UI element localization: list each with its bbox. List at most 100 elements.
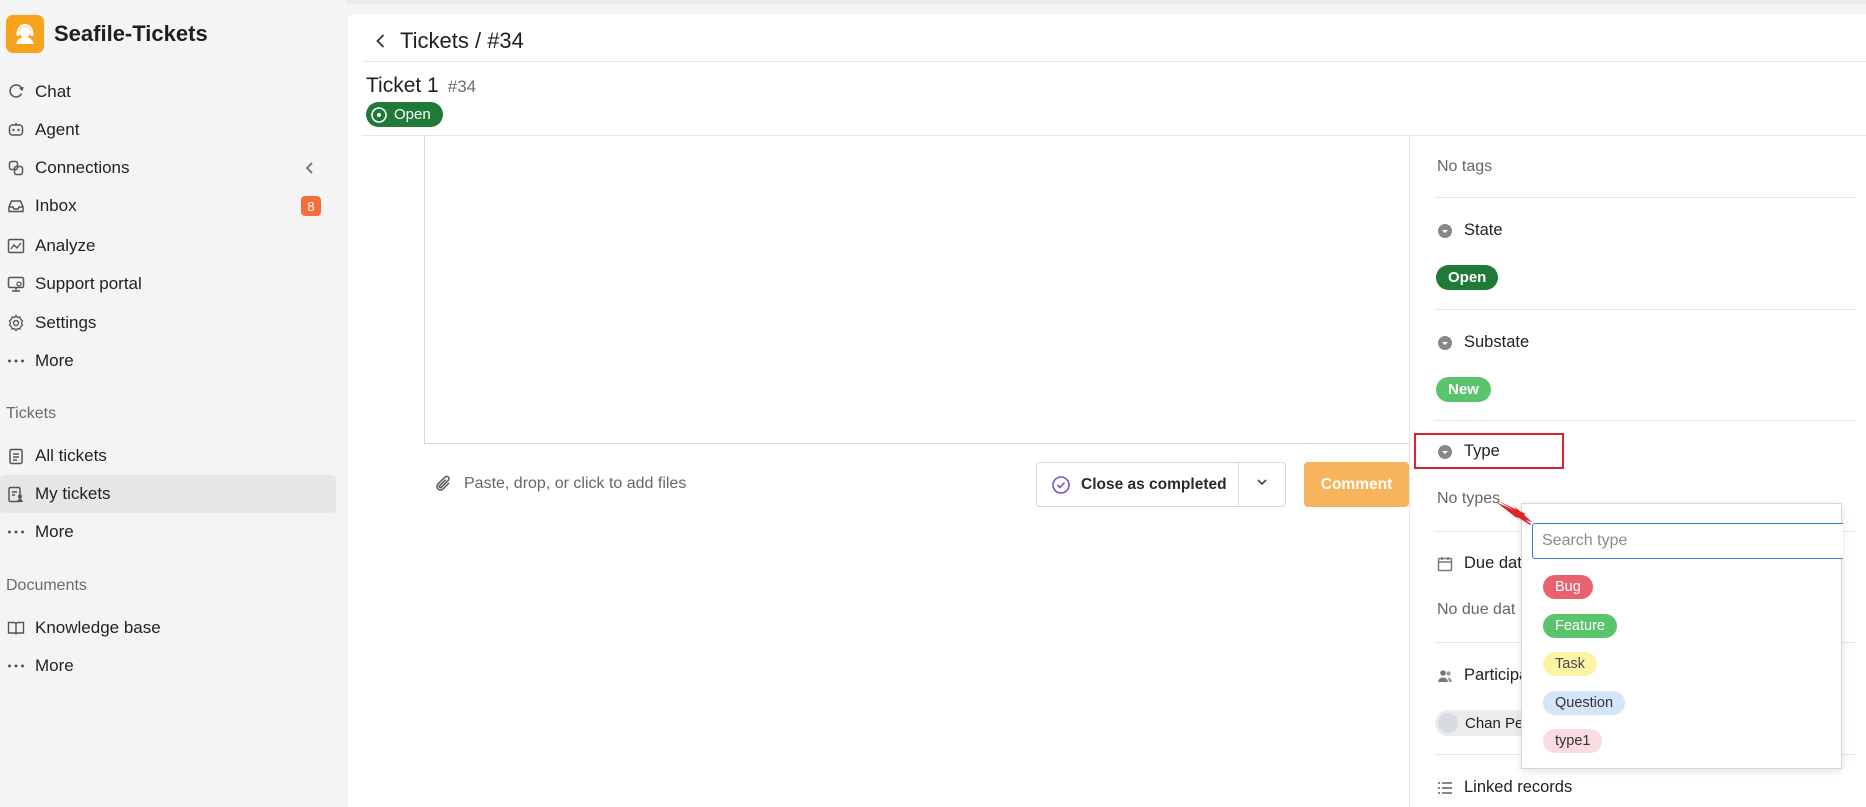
section-title-tickets: Tickets (6, 405, 57, 422)
ticket-title: Ticket 1 #34 (366, 74, 476, 98)
sidebar-item-label: Inbox (35, 196, 77, 215)
sidebar-item-analyze[interactable]: Analyze (0, 227, 336, 265)
no-types-text: No types (1437, 490, 1501, 507)
participants-field-header[interactable]: Participa (1437, 666, 1528, 685)
substate-label: Substate (1464, 333, 1530, 351)
chevron-down-icon (1254, 474, 1270, 495)
type-field-header[interactable]: Type (1437, 442, 1500, 461)
comment-editor[interactable] (424, 135, 1410, 444)
participants-label: Participa (1464, 666, 1529, 684)
type-option-task[interactable]: Task (1543, 652, 1597, 676)
sidebar-item-label: More (35, 656, 74, 675)
section-title-documents: Documents (6, 577, 87, 594)
user-clipboard-icon (6, 484, 26, 504)
back-chevron-icon[interactable] (370, 30, 392, 52)
close-as-completed-button[interactable]: Close as completed (1037, 463, 1240, 506)
sidebar-item-label: My tickets (35, 484, 111, 503)
connections-icon (6, 158, 26, 178)
participant-name: Chan Pe (1465, 714, 1524, 732)
header-divider (362, 61, 1866, 62)
sidebar-item-label: More (35, 522, 74, 541)
app-name: Seafile-Tickets (54, 21, 208, 46)
type-option-question[interactable]: Question (1543, 691, 1626, 715)
ticket-title-text: Ticket 1 (366, 74, 439, 97)
status-label: Open (394, 106, 431, 123)
support-portal-icon (6, 274, 26, 294)
list-icon (1437, 780, 1453, 796)
close-options-dropdown[interactable] (1239, 463, 1285, 506)
paperclip-icon (434, 474, 454, 494)
ticket-number: #34 (447, 77, 477, 96)
comment-button[interactable]: Comment (1304, 462, 1409, 507)
details-divider (1434, 309, 1856, 310)
type-dropdown: Bug Feature Task Question type1 (1521, 503, 1843, 769)
check-circle-icon (1051, 475, 1071, 495)
caret-circle-icon (1437, 223, 1453, 239)
sidebar-item-label: Support portal (35, 274, 142, 293)
state-value-badge[interactable]: Open (1436, 265, 1499, 290)
sidebar-item-connections[interactable]: Connections (0, 149, 336, 187)
substate-field-header[interactable]: Substate (1437, 333, 1529, 352)
state-field-header[interactable]: State (1437, 221, 1503, 240)
collapse-chevron-icon[interactable] (300, 158, 320, 178)
type-option-feature[interactable]: Feature (1543, 614, 1617, 638)
analyze-icon (6, 236, 26, 256)
users-icon (1437, 668, 1453, 684)
details-panel-divider (1409, 135, 1410, 807)
sidebar-item-support-portal[interactable]: Support portal (0, 265, 336, 303)
more-icon (6, 656, 26, 676)
sidebar: Seafile-Tickets Chat Agent Connections I… (0, 0, 346, 807)
type-label: Type (1464, 442, 1500, 460)
search-type-input[interactable] (1532, 523, 1843, 559)
brand-logo-icon (6, 15, 44, 53)
inbox-count-badge: 8 (301, 196, 321, 216)
avatar (1438, 713, 1458, 733)
linked-records-label: Linked records (1464, 778, 1573, 796)
substate-value-badge[interactable]: New (1436, 377, 1491, 402)
close-label: Close as completed (1081, 475, 1227, 493)
close-as-completed-group: Close as completed (1036, 462, 1286, 507)
attach-text: Paste, drop, or click to add files (464, 475, 687, 492)
sidebar-item-label: Knowledge base (35, 618, 161, 637)
sidebar-item-label: Analyze (35, 236, 96, 255)
pointer-arrow-icon (1496, 501, 1532, 525)
type-option-bug[interactable]: Bug (1543, 575, 1593, 599)
ticket-status-badge: Open (366, 102, 443, 127)
attach-files[interactable]: Paste, drop, or click to add files (434, 474, 686, 494)
sidebar-item-agent[interactable]: Agent (0, 111, 336, 149)
due-date-field-header[interactable]: Due dat (1437, 554, 1522, 573)
no-due-date-text: No due dat (1437, 601, 1516, 618)
due-date-label: Due dat (1464, 554, 1522, 572)
sidebar-item-tickets-more[interactable]: More (0, 513, 336, 551)
state-label: State (1464, 221, 1503, 239)
chat-icon (6, 82, 26, 102)
sidebar-item-my-tickets[interactable]: My tickets (0, 475, 336, 513)
type-option-type1[interactable]: type1 (1543, 729, 1603, 753)
caret-circle-icon (1437, 444, 1453, 460)
no-tags-text: No tags (1437, 158, 1493, 175)
clipboard-icon (6, 446, 26, 466)
brand[interactable]: Seafile-Tickets (6, 14, 208, 54)
breadcrumb: Tickets / #34 (370, 25, 524, 57)
sidebar-item-settings[interactable]: Settings (0, 304, 336, 342)
book-icon (6, 618, 26, 638)
agent-icon (6, 120, 26, 140)
sidebar-item-knowledge-base[interactable]: Knowledge base (0, 609, 336, 647)
sidebar-item-label: Agent (35, 120, 80, 139)
sidebar-item-inbox[interactable]: Inbox 8 (0, 187, 336, 225)
sidebar-item-chat[interactable]: Chat (0, 73, 336, 111)
calendar-icon (1437, 556, 1453, 572)
sidebar-item-label: All tickets (35, 446, 107, 465)
participant-chip[interactable]: Chan Pe (1435, 710, 1532, 736)
sidebar-item-documents-more[interactable]: More (0, 647, 336, 685)
sidebar-item-label: More (35, 351, 74, 370)
sidebar-item-label: Settings (35, 313, 97, 332)
linked-records-field-header[interactable]: Linked records (1437, 778, 1572, 797)
sidebar-item-label: Connections (35, 158, 130, 177)
details-divider (1434, 197, 1856, 198)
sidebar-item-label: Chat (35, 82, 71, 101)
open-status-icon (370, 106, 388, 124)
caret-circle-icon (1437, 335, 1453, 351)
sidebar-item-all-tickets[interactable]: All tickets (0, 437, 336, 475)
sidebar-item-more[interactable]: More (0, 342, 336, 380)
